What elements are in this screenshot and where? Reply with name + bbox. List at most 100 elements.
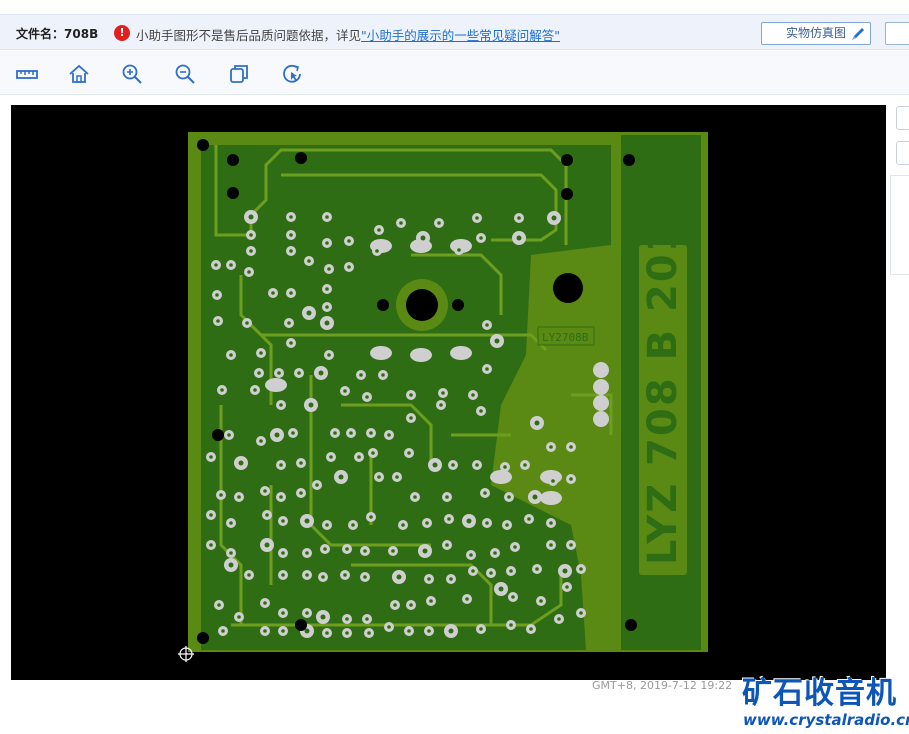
pad-hole: [387, 433, 391, 437]
side-control-button-1[interactable]: [896, 106, 909, 130]
pad-hole: [308, 402, 314, 408]
faq-link[interactable]: "小助手的展示的一些常见疑问解答": [361, 28, 560, 43]
drill-hole: [212, 429, 224, 441]
pad-hole: [549, 543, 553, 547]
warning-icon: !: [114, 25, 130, 41]
pad-hole: [565, 585, 569, 589]
pad-hole: [387, 625, 391, 629]
pad-hole: [237, 615, 241, 619]
watermark-site-name: 矿石收音机: [742, 676, 897, 711]
pad-hole: [320, 614, 326, 620]
pad-hole: [338, 474, 344, 480]
pad-hole: [569, 445, 573, 449]
drill-hole: [623, 154, 635, 166]
pad-hole: [237, 495, 241, 499]
pad-hole: [407, 451, 411, 455]
pad-hole: [363, 549, 367, 553]
pad-hole: [345, 617, 349, 621]
rotate-icon[interactable]: [280, 62, 304, 86]
pad-hole: [325, 215, 329, 219]
pad-hole: [325, 241, 329, 245]
pad-hole: [516, 235, 522, 241]
pad-hole: [209, 513, 213, 517]
pad-hole: [363, 575, 367, 579]
pad-hole: [569, 543, 573, 547]
pad-hole: [479, 236, 483, 240]
pad-hole: [220, 388, 224, 392]
pad-hole: [409, 393, 413, 397]
pad-hole: [217, 603, 221, 607]
zoom-out-icon[interactable]: [173, 62, 197, 86]
pad-hole: [429, 599, 433, 603]
pad-hole: [427, 577, 431, 581]
pad-hole: [305, 573, 309, 577]
pad-hole: [229, 551, 233, 555]
pad-hole: [315, 483, 319, 487]
pad-hole: [257, 371, 261, 375]
pad-hole: [221, 629, 225, 633]
connector-pad: [593, 395, 609, 411]
pad-hole: [279, 403, 283, 407]
pad-hole: [345, 631, 349, 635]
pad-hole: [323, 547, 327, 551]
pad-hole: [391, 549, 395, 553]
silkscreen-small-label: LY2708B: [542, 331, 589, 344]
pad-hole: [345, 547, 349, 551]
pad-hole: [377, 475, 381, 479]
mounting-hole: [553, 273, 583, 303]
pad-hole: [277, 371, 281, 375]
connector-pad: [593, 362, 609, 378]
pad-hole: [209, 543, 213, 547]
file-name-label: 文件名：: [16, 27, 65, 41]
pad-hole: [325, 305, 329, 309]
pad-hole: [445, 495, 449, 499]
oval-pad: [370, 239, 392, 253]
pad-hole: [304, 518, 310, 524]
pad-hole: [238, 460, 244, 466]
watermark-url: www.crystalradio.cn: [743, 711, 909, 729]
pad-hole: [523, 463, 527, 467]
copper-pour: [201, 135, 701, 650]
pad-hole: [329, 455, 333, 459]
pad-hole: [420, 235, 426, 241]
pad-hole: [289, 291, 293, 295]
pad-hole: [307, 259, 311, 263]
pcb-viewer[interactable]: LYZ 708 B 2019 LY2708B: [11, 105, 886, 680]
copy-icon[interactable]: [227, 62, 251, 86]
pad-hole: [494, 338, 500, 344]
pad-hole: [457, 248, 461, 252]
pad-hole: [557, 617, 561, 621]
pad-hole: [375, 249, 379, 253]
pad-hole: [532, 494, 538, 500]
ruler-icon[interactable]: [15, 62, 39, 86]
pad-hole: [539, 599, 543, 603]
simulation-view-button[interactable]: 实物仿真图: [761, 22, 871, 45]
pad-hole: [321, 575, 325, 579]
pad-hole: [369, 515, 373, 519]
side-control-button-2[interactable]: [896, 141, 909, 165]
file-name-value: 708B: [64, 27, 99, 41]
pad-hole: [509, 623, 513, 627]
pad-hole: [511, 595, 515, 599]
zoom-in-icon[interactable]: [120, 62, 144, 86]
home-icon[interactable]: [67, 62, 91, 86]
pad-hole: [263, 489, 267, 493]
drill-hole: [227, 187, 239, 199]
pad-hole: [318, 370, 324, 376]
pad-hole: [365, 395, 369, 399]
pad-hole: [409, 603, 413, 607]
pad-hole: [349, 431, 353, 435]
pad-hole: [325, 631, 329, 635]
connector-pad: [593, 411, 609, 427]
pad-hole: [359, 373, 363, 377]
pad-hole: [279, 463, 283, 467]
pad-hole: [281, 629, 285, 633]
pad-hole: [513, 545, 517, 549]
oval-pad: [450, 239, 472, 253]
more-button[interactable]: [885, 22, 909, 45]
pad-hole: [327, 353, 331, 357]
pad-hole: [263, 629, 267, 633]
pad-hole: [381, 373, 385, 377]
pad-hole: [432, 462, 438, 468]
pad-hole: [451, 463, 455, 467]
